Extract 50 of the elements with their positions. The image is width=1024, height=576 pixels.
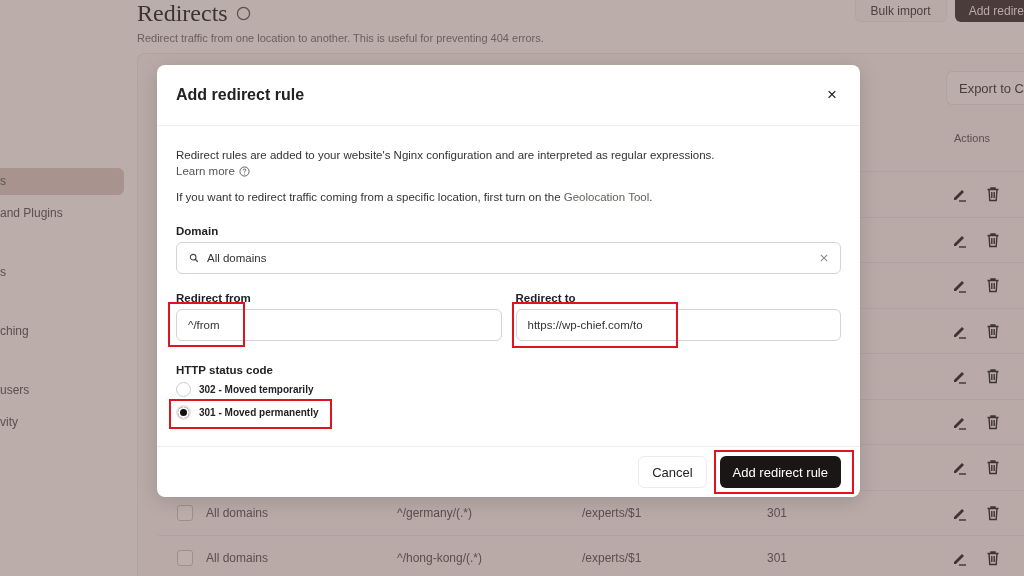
sidebar-item[interactable]: vity xyxy=(0,409,124,436)
delete-icon[interactable] xyxy=(985,504,1001,521)
table-cell: All domains xyxy=(206,505,269,520)
row-checkbox[interactable] xyxy=(177,550,193,567)
column-header: Actions xyxy=(953,132,990,144)
close-button[interactable]: × xyxy=(823,85,841,105)
cancel-button[interactable]: Cancel xyxy=(638,456,707,488)
learn-more-link[interactable]: Learn more xyxy=(176,165,235,177)
radio-button[interactable] xyxy=(176,405,191,420)
bulk-import-button[interactable]: Bulk import xyxy=(854,0,947,22)
table-cell: All domains xyxy=(206,551,269,566)
sidebar-item[interactable]: s xyxy=(0,259,124,286)
delete-icon[interactable] xyxy=(985,459,1001,476)
table-cell: 301 xyxy=(767,551,788,566)
table-cell: /experts/$1 xyxy=(582,505,642,520)
sidebar-item[interactable]: ching xyxy=(0,318,124,345)
page-subtitle: Redirect traffic from one location to another. This is useful for preventing 404 errors. xyxy=(137,31,545,45)
delete-icon[interactable] xyxy=(985,413,1001,430)
sidebar-item[interactable]: users xyxy=(0,377,124,404)
radio-label[interactable]: 301 - Moved permanently xyxy=(199,407,319,418)
search-icon xyxy=(189,253,199,263)
redirect-to-field[interactable]: https://wp-chief.com/to xyxy=(515,309,841,341)
table-cell: ^/germany/(.*) xyxy=(397,505,472,520)
row-checkbox[interactable] xyxy=(177,504,193,521)
export-button[interactable]: Export to C xyxy=(945,71,1024,105)
add-redirect-button[interactable]: Add redire xyxy=(954,0,1024,22)
delete-icon[interactable] xyxy=(985,550,1001,567)
delete-icon[interactable] xyxy=(985,231,1001,248)
delete-icon[interactable] xyxy=(985,368,1001,385)
add-redirect-rule-button[interactable]: Add redirect rule xyxy=(719,456,841,488)
table-cell: /experts/$1 xyxy=(582,551,642,566)
geolocation-text: If you want to redirect traffic coming from a specific location, first turn on the Geolocation Tool. xyxy=(176,191,654,203)
dialog-title: Add redirect rule xyxy=(176,86,305,104)
delete-icon[interactable] xyxy=(985,277,1001,294)
clear-icon[interactable] xyxy=(820,254,828,262)
field-label: Domain xyxy=(176,225,220,237)
field-label: HTTP status code xyxy=(176,364,274,376)
redirect-from-field[interactable]: ^/from xyxy=(176,309,502,341)
table-cell: 301 xyxy=(767,505,788,520)
page-title: Redirects xyxy=(137,0,228,26)
domain-field[interactable]: All domains xyxy=(176,242,841,274)
intro-text: Redirect rules are added to your website's Nginx configuration and are interpreted as regular expressions. xyxy=(176,148,716,163)
field-label: Redirect from xyxy=(176,292,252,304)
table-cell: ^/hong-kong/(.*) xyxy=(397,551,482,566)
delete-icon[interactable] xyxy=(985,322,1001,339)
sidebar-item[interactable]: and Plugins xyxy=(0,200,124,227)
radio-button[interactable] xyxy=(176,382,191,397)
delete-icon[interactable] xyxy=(985,186,1001,203)
field-label: Redirect to xyxy=(515,292,577,304)
radio-label[interactable]: 302 - Moved temporarily xyxy=(199,384,314,395)
